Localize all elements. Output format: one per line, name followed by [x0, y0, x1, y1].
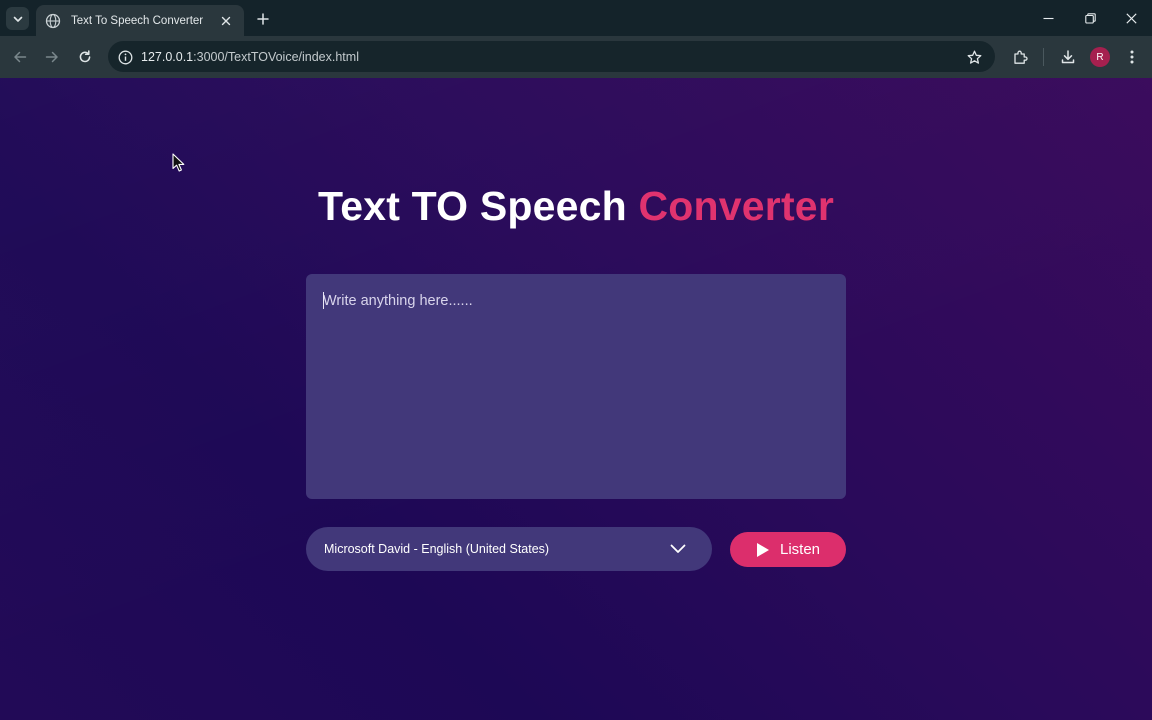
toolbar-separator: [1043, 48, 1044, 66]
close-window-icon[interactable]: [1121, 8, 1141, 28]
voice-select[interactable]: Microsoft David - English (United States…: [306, 527, 712, 571]
url-text: 127.0.0.1:3000/TextTOVoice/index.html: [141, 50, 359, 64]
voice-select-value: Microsoft David - English (United States…: [324, 542, 550, 556]
play-icon: [756, 542, 770, 558]
globe-icon: [45, 13, 61, 29]
text-caret: [323, 292, 324, 309]
url-path: :3000/TextTOVoice/index.html: [193, 50, 359, 64]
listen-button[interactable]: Listen: [730, 532, 846, 567]
forward-arrow-icon[interactable]: [42, 47, 62, 67]
tab-title: Text To Speech Converter: [71, 14, 204, 27]
plus-icon[interactable]: [253, 9, 272, 28]
address-bar[interactable]: 127.0.0.1:3000/TextTOVoice/index.html: [108, 41, 995, 72]
profile-avatar[interactable]: R: [1090, 47, 1110, 67]
star-icon[interactable]: [965, 48, 983, 66]
reload-icon[interactable]: [75, 47, 95, 67]
title-main: Text TO Speech: [318, 183, 639, 229]
restore-icon[interactable]: [1080, 8, 1100, 28]
more-vert-icon[interactable]: [1122, 47, 1142, 67]
info-icon[interactable]: [116, 48, 134, 66]
back-arrow-icon[interactable]: [10, 47, 30, 67]
page-content: Text TO Speech Converter Microsoft David…: [0, 78, 1152, 720]
minimize-icon[interactable]: [1038, 8, 1058, 28]
download-icon[interactable]: [1058, 47, 1078, 67]
extensions-icon[interactable]: [1010, 47, 1030, 67]
url-host: 127.0.0.1: [141, 50, 194, 64]
tab-search-button[interactable]: [6, 7, 29, 30]
chevron-down-icon: [13, 16, 22, 22]
mouse-pointer-icon: [172, 153, 185, 172]
page-title: Text TO Speech Converter: [0, 183, 1152, 230]
browser-toolbar: 127.0.0.1:3000/TextTOVoice/index.html R: [0, 36, 1152, 78]
close-icon[interactable]: [218, 13, 234, 29]
tab-strip: Text To Speech Converter: [0, 0, 1152, 36]
listen-button-label: Listen: [779, 541, 821, 558]
chevron-down-icon: [669, 540, 687, 558]
title-accent: Converter: [638, 183, 834, 229]
text-input[interactable]: [306, 274, 846, 499]
browser-tab[interactable]: Text To Speech Converter: [36, 5, 244, 36]
